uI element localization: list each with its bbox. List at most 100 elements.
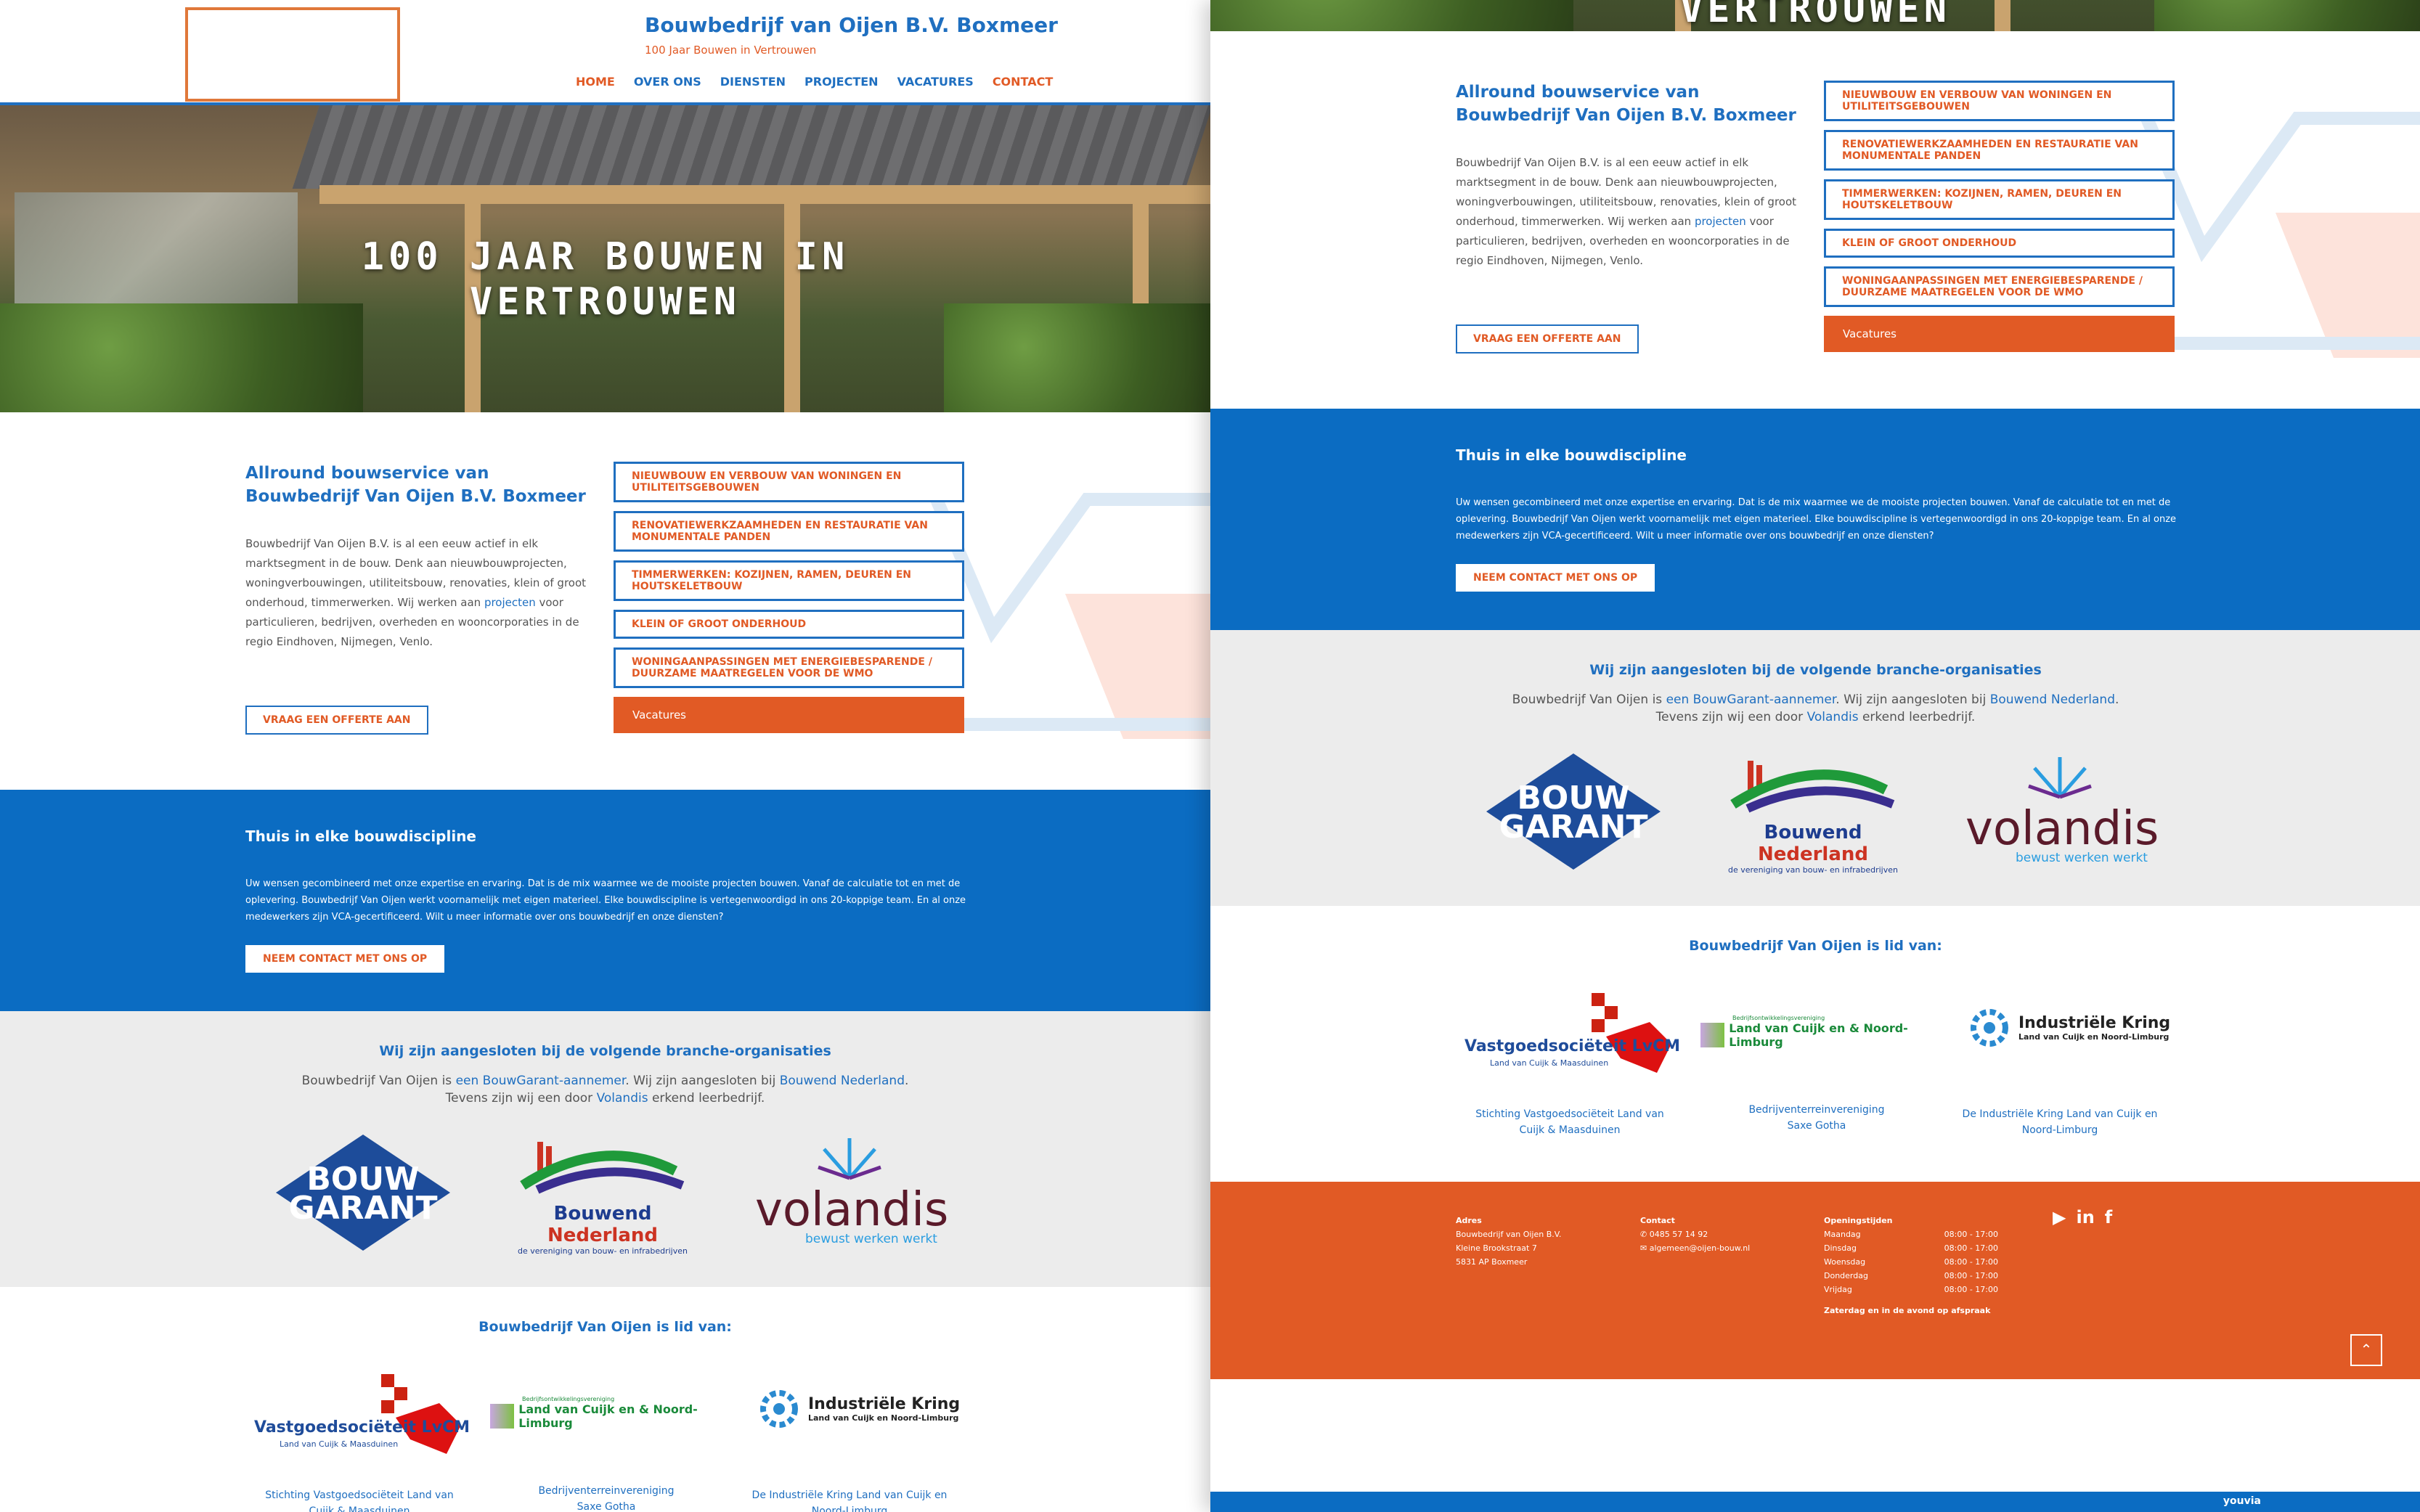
site-header: Bouwbedrijf van Oijen B.V. Boxmeer 100 J… bbox=[0, 0, 1210, 105]
bouwend-nederland-logo[interactable]: Bouwend Nederland de vereniging van bouw… bbox=[1719, 761, 1907, 875]
volandis-burst-icon bbox=[2028, 757, 2092, 799]
intro-section: Allround bouwservice van Bouwbedrijf Van… bbox=[0, 412, 1210, 790]
intro-section: Allround bouwservice van Bouwbedrijf Van… bbox=[1210, 31, 2420, 409]
discipline-heading: Thuis in elke bouwdiscipline bbox=[1456, 446, 1687, 464]
hero-title: VERTROUWEN bbox=[1679, 0, 1952, 31]
hero-banner: 100 JAAR BOUWEN IN VERTROUWEN bbox=[0, 105, 1210, 412]
intro-heading: Allround bouwservice van Bouwbedrijf Van… bbox=[1456, 83, 1796, 125]
nav-contact[interactable]: CONTACT bbox=[983, 75, 1062, 89]
main-nav: HOME OVER ONS DIENSTEN PROJECTEN VACATUR… bbox=[566, 75, 1062, 89]
discipline-section: Thuis in elke bouwdiscipline Uw wensen g… bbox=[0, 790, 1210, 1011]
linkedin-icon[interactable]: in bbox=[2076, 1209, 2094, 1226]
service-link[interactable]: NIEUWBOUW EN VERBOUW VAN WONINGEN EN UTI… bbox=[1824, 81, 2175, 121]
land-van-cuijk-logo[interactable]: Bedrijfsontwikkelingsvereniging Land van… bbox=[490, 1396, 722, 1430]
bouwgarant-logo[interactable]: BOUW GARANT bbox=[276, 1135, 450, 1254]
nav-projecten[interactable]: PROJECTEN bbox=[795, 75, 888, 89]
brand-name: Bouwbedrijf van Oijen B.V. Boxmeer bbox=[645, 13, 1058, 37]
lvc-square-icon bbox=[1700, 1023, 1725, 1047]
service-link[interactable]: RENOVATIEWERKZAAMHEDEN EN RESTAURATIE VA… bbox=[614, 511, 964, 552]
members-section: Bouwbedrijf Van Oijen is lid van: Vastgo… bbox=[1210, 906, 2420, 1182]
land-van-cuijk-logo[interactable]: Bedrijfsontwikkelingsvereniging Land van… bbox=[1700, 1015, 1933, 1049]
branche-text: Bouwbedrijf Van Oijen is een BouwGarant-… bbox=[301, 1074, 909, 1106]
industriele-kring-logo[interactable]: Industriële Kring Land van Cuijk en Noord… bbox=[1969, 1008, 2187, 1048]
youtube-icon[interactable]: ▶ bbox=[2053, 1209, 2066, 1226]
bouwend-nederland-link[interactable]: Bouwend Nederland bbox=[1990, 692, 2115, 707]
nav-home[interactable]: HOME bbox=[566, 75, 624, 89]
service-link[interactable]: NIEUWBOUW EN VERBOUW VAN WONINGEN EN UTI… bbox=[614, 462, 964, 502]
branche-section: Wij zijn aangesloten bij de volgende bra… bbox=[0, 1011, 1210, 1287]
facebook-icon[interactable]: f bbox=[2105, 1209, 2112, 1226]
ik-caption[interactable]: De Industriële Kring Land van Cuijk en N… bbox=[741, 1487, 958, 1512]
volandis-burst-icon bbox=[818, 1138, 881, 1180]
nav-vacatures[interactable]: VACATURES bbox=[888, 75, 983, 89]
phone-link[interactable]: ✆ 0485 57 14 92 bbox=[1640, 1227, 1750, 1241]
discipline-text: Uw wensen gecombineerd met onze expertis… bbox=[1456, 497, 2177, 542]
contact-button[interactable]: NEEM CONTACT MET ONS OP bbox=[245, 945, 445, 973]
lvc-caption[interactable]: Bedrijventerreinvereniging Saxe Gotha bbox=[501, 1483, 712, 1512]
discipline-heading: Thuis in elke bouwdiscipline bbox=[245, 827, 476, 845]
service-link[interactable]: TIMMERWERKEN: KOZIJNEN, RAMEN, DEUREN EN… bbox=[1824, 179, 2175, 220]
lvc-caption[interactable]: Bedrijventerreinvereniging Saxe Gotha bbox=[1711, 1102, 1922, 1134]
chevron-up-icon: ⌃ bbox=[2360, 1341, 2373, 1358]
hero-title: 100 JAAR BOUWEN IN VERTROUWEN bbox=[361, 235, 850, 324]
service-link[interactable]: WONINGAANPASSINGEN MET ENERGIEBESPARENDE… bbox=[1824, 266, 2175, 307]
footer-bottom-bar: youvia bbox=[1210, 1492, 2420, 1512]
projecten-link[interactable]: projecten bbox=[484, 596, 536, 609]
ik-caption[interactable]: De Industriële Kring Land van Cuijk en N… bbox=[1951, 1106, 2169, 1138]
branche-logos: BOUW GARANT Bouwend Nederland de verenigi… bbox=[269, 1135, 966, 1258]
bouwgarant-logo[interactable]: BOUW GARANT bbox=[1486, 753, 1661, 873]
credit-link[interactable]: youvia bbox=[2223, 1495, 2261, 1507]
intro-text: Bouwbedrijf Van Oijen B.V. is al een eeu… bbox=[1456, 156, 1797, 267]
footer-contact: Contact ✆ 0485 57 14 92 ✉ algemeen@oijen… bbox=[1640, 1214, 1750, 1255]
offerte-button[interactable]: VRAAG EEN OFFERTE AAN bbox=[245, 706, 428, 735]
mail-icon: ✉ bbox=[1640, 1243, 1650, 1253]
svg-text:Vastgoedsociëteit LvCM: Vastgoedsociëteit LvCM bbox=[254, 1418, 468, 1437]
volandis-link[interactable]: Volandis bbox=[1807, 710, 1859, 724]
service-link[interactable]: TIMMERWERKEN: KOZIJNEN, RAMEN, DEUREN EN… bbox=[614, 560, 964, 601]
email-link[interactable]: ✉ algemeen@oijen-bouw.nl bbox=[1640, 1241, 1750, 1255]
hero-banner: VERTROUWEN bbox=[1210, 0, 2420, 31]
vacatures-link[interactable]: Vacatures bbox=[614, 697, 964, 733]
intro-text: Bouwbedrijf Van Oijen B.V. is al een eeu… bbox=[245, 537, 587, 648]
social-links: ▶ in f bbox=[2053, 1209, 2112, 1226]
bouwgarant-link[interactable]: een BouwGarant-aannemer bbox=[456, 1074, 626, 1088]
projecten-link[interactable]: projecten bbox=[1695, 215, 1746, 228]
site-footer: Adres Bouwbedrijf van Oijen B.V. Kleine B… bbox=[1210, 1182, 2420, 1379]
lvcm-caption[interactable]: Stichting Vastgoedsociëteit Land van Cui… bbox=[1464, 1106, 1675, 1138]
page-view-top: Bouwbedrijf van Oijen B.V. Boxmeer 100 J… bbox=[0, 0, 1210, 1512]
nav-diensten[interactable]: DIENSTEN bbox=[711, 75, 795, 89]
hero-image-roof bbox=[292, 105, 1210, 189]
branche-heading: Wij zijn aangesloten bij de volgende bra… bbox=[379, 1043, 831, 1059]
intro-heading: Allround bouwservice van Bouwbedrijf Van… bbox=[245, 464, 586, 506]
services-list: NIEUWBOUW EN VERBOUW VAN WONINGEN EN UTI… bbox=[614, 462, 964, 733]
service-link[interactable]: RENOVATIEWERKZAAMHEDEN EN RESTAURATIE VA… bbox=[1824, 130, 2175, 171]
service-link[interactable]: KLEIN OF GROOT ONDERHOUD bbox=[614, 610, 964, 639]
discipline-text: Uw wensen gecombineerd met onze expertis… bbox=[245, 878, 966, 923]
branche-heading: Wij zijn aangesloten bij de volgende bra… bbox=[1589, 662, 2042, 678]
site-logo[interactable] bbox=[185, 7, 400, 102]
svg-text:Land van Cuijk & Maasduinen: Land van Cuijk & Maasduinen bbox=[1490, 1058, 1608, 1068]
service-link[interactable]: WONINGAANPASSINGEN MET ENERGIEBESPARENDE… bbox=[614, 647, 964, 688]
bouwgarant-link[interactable]: een BouwGarant-aannemer bbox=[1666, 692, 1836, 707]
volandis-link[interactable]: Volandis bbox=[597, 1091, 648, 1106]
vacatures-link[interactable]: Vacatures bbox=[1824, 316, 2175, 352]
scroll-to-top-button[interactable]: ⌃ bbox=[2350, 1334, 2382, 1366]
services-list: NIEUWBOUW EN VERBOUW VAN WONINGEN EN UTI… bbox=[1824, 81, 2175, 352]
branche-section: Wij zijn aangesloten bij de volgende bra… bbox=[1210, 630, 2420, 906]
volandis-logo[interactable]: volandis bewust werken werkt bbox=[1965, 753, 2159, 865]
members-heading: Bouwbedrijf Van Oijen is lid van: bbox=[1689, 938, 1942, 954]
lvcm-logo[interactable]: Vastgoedsociëteit LvCM Land van Cuijk & M… bbox=[1461, 993, 1680, 1076]
bouwend-nederland-logo[interactable]: Bouwend Nederland de vereniging van bouw… bbox=[508, 1142, 697, 1256]
footer-hours: Openingstijden Maandag 08:00 - 17:00 Dins… bbox=[1824, 1216, 1998, 1315]
volandis-logo[interactable]: volandis bewust werken werkt bbox=[755, 1135, 948, 1246]
lvcm-logo[interactable]: Vastgoedsociëteit LvCM Land van Cuijk & M… bbox=[250, 1374, 470, 1457]
contact-button[interactable]: NEEM CONTACT MET ONS OP bbox=[1456, 564, 1655, 592]
offerte-button[interactable]: VRAAG EEN OFFERTE AAN bbox=[1456, 324, 1639, 354]
lvcm-caption[interactable]: Stichting Vastgoedsociëteit Land van Cui… bbox=[254, 1487, 465, 1512]
footer-address: Adres Bouwbedrijf van Oijen B.V. Kleine B… bbox=[1456, 1216, 1562, 1267]
svg-text:GARANT: GARANT bbox=[289, 1190, 438, 1227]
service-link[interactable]: KLEIN OF GROOT ONDERHOUD bbox=[1824, 229, 2175, 258]
bouwend-nederland-link[interactable]: Bouwend Nederland bbox=[780, 1074, 905, 1088]
nav-over-ons[interactable]: OVER ONS bbox=[624, 75, 711, 89]
industriele-kring-logo[interactable]: Industriële Kring Land van Cuijk en Noord… bbox=[759, 1389, 977, 1429]
